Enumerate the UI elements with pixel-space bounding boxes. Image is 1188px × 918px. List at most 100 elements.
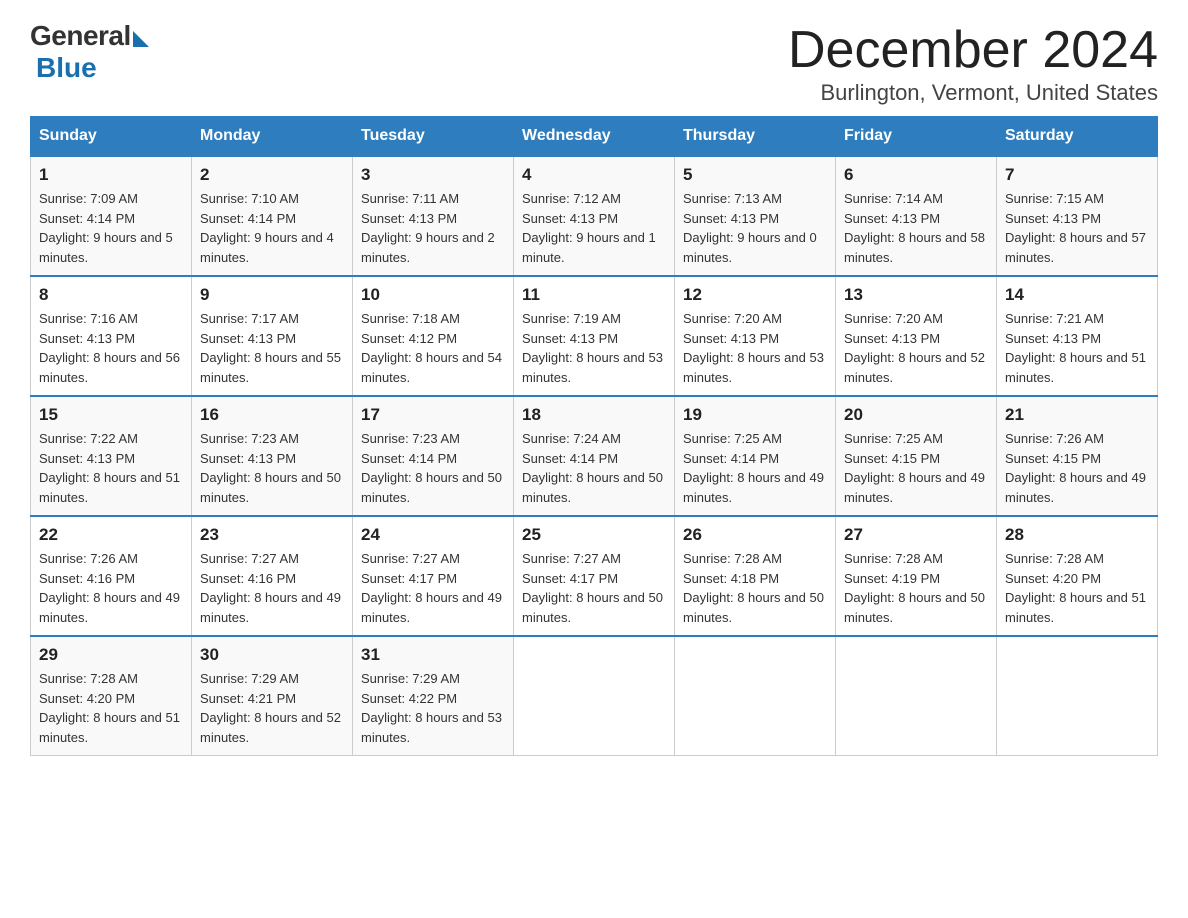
- day-of-week-sunday: Sunday: [31, 117, 192, 157]
- page-title: December 2024: [788, 20, 1158, 80]
- logo-blue-text: Blue: [36, 52, 97, 83]
- day-cell-10: 10 Sunrise: 7:18 AMSunset: 4:12 PMDayligh…: [353, 276, 514, 396]
- day-info: Sunrise: 7:18 AMSunset: 4:12 PMDaylight:…: [361, 309, 505, 387]
- day-info: Sunrise: 7:27 AMSunset: 4:17 PMDaylight:…: [361, 549, 505, 627]
- day-cell-1: 1 Sunrise: 7:09 AMSunset: 4:14 PMDaylight…: [31, 156, 192, 276]
- day-cell-4: 4 Sunrise: 7:12 AMSunset: 4:13 PMDaylight…: [514, 156, 675, 276]
- day-number: 17: [361, 405, 505, 425]
- calendar-week-row: 15Sunrise: 7:22 AMSunset: 4:13 PMDayligh…: [31, 396, 1158, 516]
- day-number: 2: [200, 165, 344, 185]
- calendar-week-row: 1 Sunrise: 7:09 AMSunset: 4:14 PMDaylight…: [31, 156, 1158, 276]
- day-info: Sunrise: 7:09 AMSunset: 4:14 PMDaylight:…: [39, 189, 183, 267]
- day-info: Sunrise: 7:17 AMSunset: 4:13 PMDaylight:…: [200, 309, 344, 387]
- day-cell-2: 2 Sunrise: 7:10 AMSunset: 4:14 PMDaylight…: [192, 156, 353, 276]
- day-info: Sunrise: 7:20 AMSunset: 4:13 PMDaylight:…: [844, 309, 988, 387]
- day-number: 24: [361, 525, 505, 545]
- empty-day-cell: [836, 636, 997, 756]
- day-cell-21: 21 Sunrise: 7:26 AMSunset: 4:15 PMDayligh…: [997, 396, 1158, 516]
- logo: General Blue: [30, 20, 149, 84]
- page-subtitle: Burlington, Vermont, United States: [788, 80, 1158, 106]
- day-info: Sunrise: 7:27 AMSunset: 4:16 PMDaylight:…: [200, 549, 344, 627]
- day-number: 31: [361, 645, 505, 665]
- day-info: Sunrise: 7:24 AMSunset: 4:14 PMDaylight:…: [522, 429, 666, 507]
- day-cell-12: 12Sunrise: 7:20 AMSunset: 4:13 PMDayligh…: [675, 276, 836, 396]
- day-number: 14: [1005, 285, 1149, 305]
- day-of-week-tuesday: Tuesday: [353, 117, 514, 157]
- day-cell-13: 13Sunrise: 7:20 AMSunset: 4:13 PMDayligh…: [836, 276, 997, 396]
- day-info: Sunrise: 7:26 AMSunset: 4:16 PMDaylight:…: [39, 549, 183, 627]
- day-cell-27: 27 Sunrise: 7:28 AMSunset: 4:19 PMDayligh…: [836, 516, 997, 636]
- day-info: Sunrise: 7:13 AMSunset: 4:13 PMDaylight:…: [683, 189, 827, 267]
- day-info: Sunrise: 7:22 AMSunset: 4:13 PMDaylight:…: [39, 429, 183, 507]
- day-cell-22: 22 Sunrise: 7:26 AMSunset: 4:16 PMDayligh…: [31, 516, 192, 636]
- day-number: 28: [1005, 525, 1149, 545]
- day-cell-11: 11 Sunrise: 7:19 AMSunset: 4:13 PMDayligh…: [514, 276, 675, 396]
- day-of-week-wednesday: Wednesday: [514, 117, 675, 157]
- day-number: 11: [522, 285, 666, 305]
- day-cell-16: 16Sunrise: 7:23 AMSunset: 4:13 PMDayligh…: [192, 396, 353, 516]
- day-of-week-thursday: Thursday: [675, 117, 836, 157]
- day-info: Sunrise: 7:29 AMSunset: 4:22 PMDaylight:…: [361, 669, 505, 747]
- day-cell-5: 5 Sunrise: 7:13 AMSunset: 4:13 PMDaylight…: [675, 156, 836, 276]
- day-info: Sunrise: 7:14 AMSunset: 4:13 PMDaylight:…: [844, 189, 988, 267]
- calendar-header-row: SundayMondayTuesdayWednesdayThursdayFrid…: [31, 117, 1158, 157]
- day-cell-31: 31 Sunrise: 7:29 AMSunset: 4:22 PMDayligh…: [353, 636, 514, 756]
- day-cell-28: 28Sunrise: 7:28 AMSunset: 4:20 PMDayligh…: [997, 516, 1158, 636]
- day-number: 20: [844, 405, 988, 425]
- day-info: Sunrise: 7:23 AMSunset: 4:13 PMDaylight:…: [200, 429, 344, 507]
- day-of-week-saturday: Saturday: [997, 117, 1158, 157]
- day-info: Sunrise: 7:28 AMSunset: 4:20 PMDaylight:…: [39, 669, 183, 747]
- day-number: 25: [522, 525, 666, 545]
- day-info: Sunrise: 7:10 AMSunset: 4:14 PMDaylight:…: [200, 189, 344, 267]
- day-cell-7: 7Sunrise: 7:15 AMSunset: 4:13 PMDaylight…: [997, 156, 1158, 276]
- day-cell-30: 30 Sunrise: 7:29 AMSunset: 4:21 PMDayligh…: [192, 636, 353, 756]
- day-info: Sunrise: 7:16 AMSunset: 4:13 PMDaylight:…: [39, 309, 183, 387]
- day-info: Sunrise: 7:29 AMSunset: 4:21 PMDaylight:…: [200, 669, 344, 747]
- day-cell-6: 6Sunrise: 7:14 AMSunset: 4:13 PMDaylight…: [836, 156, 997, 276]
- day-info: Sunrise: 7:28 AMSunset: 4:19 PMDaylight:…: [844, 549, 988, 627]
- day-cell-17: 17Sunrise: 7:23 AMSunset: 4:14 PMDayligh…: [353, 396, 514, 516]
- calendar-week-row: 8 Sunrise: 7:16 AMSunset: 4:13 PMDaylight…: [31, 276, 1158, 396]
- day-cell-14: 14 Sunrise: 7:21 AMSunset: 4:13 PMDayligh…: [997, 276, 1158, 396]
- day-info: Sunrise: 7:21 AMSunset: 4:13 PMDaylight:…: [1005, 309, 1149, 387]
- day-cell-20: 20Sunrise: 7:25 AMSunset: 4:15 PMDayligh…: [836, 396, 997, 516]
- day-number: 12: [683, 285, 827, 305]
- day-info: Sunrise: 7:19 AMSunset: 4:13 PMDaylight:…: [522, 309, 666, 387]
- day-cell-15: 15Sunrise: 7:22 AMSunset: 4:13 PMDayligh…: [31, 396, 192, 516]
- day-info: Sunrise: 7:25 AMSunset: 4:14 PMDaylight:…: [683, 429, 827, 507]
- logo-general-text: General: [30, 20, 131, 52]
- day-number: 8: [39, 285, 183, 305]
- day-cell-18: 18 Sunrise: 7:24 AMSunset: 4:14 PMDayligh…: [514, 396, 675, 516]
- day-number: 10: [361, 285, 505, 305]
- day-cell-8: 8 Sunrise: 7:16 AMSunset: 4:13 PMDaylight…: [31, 276, 192, 396]
- day-cell-19: 19Sunrise: 7:25 AMSunset: 4:14 PMDayligh…: [675, 396, 836, 516]
- day-number: 23: [200, 525, 344, 545]
- day-info: Sunrise: 7:27 AMSunset: 4:17 PMDaylight:…: [522, 549, 666, 627]
- day-number: 1: [39, 165, 183, 185]
- day-info: Sunrise: 7:26 AMSunset: 4:15 PMDaylight:…: [1005, 429, 1149, 507]
- day-number: 30: [200, 645, 344, 665]
- day-cell-3: 3Sunrise: 7:11 AMSunset: 4:13 PMDaylight…: [353, 156, 514, 276]
- day-number: 18: [522, 405, 666, 425]
- calendar-week-row: 29Sunrise: 7:28 AMSunset: 4:20 PMDayligh…: [31, 636, 1158, 756]
- day-number: 4: [522, 165, 666, 185]
- day-cell-26: 26 Sunrise: 7:28 AMSunset: 4:18 PMDayligh…: [675, 516, 836, 636]
- calendar-week-row: 22 Sunrise: 7:26 AMSunset: 4:16 PMDayligh…: [31, 516, 1158, 636]
- day-number: 9: [200, 285, 344, 305]
- day-cell-23: 23 Sunrise: 7:27 AMSunset: 4:16 PMDayligh…: [192, 516, 353, 636]
- day-number: 27: [844, 525, 988, 545]
- page-header: General Blue December 2024 Burlington, V…: [30, 20, 1158, 106]
- day-info: Sunrise: 7:28 AMSunset: 4:18 PMDaylight:…: [683, 549, 827, 627]
- day-number: 5: [683, 165, 827, 185]
- day-number: 22: [39, 525, 183, 545]
- day-number: 26: [683, 525, 827, 545]
- day-cell-25: 25 Sunrise: 7:27 AMSunset: 4:17 PMDayligh…: [514, 516, 675, 636]
- day-cell-9: 9 Sunrise: 7:17 AMSunset: 4:13 PMDaylight…: [192, 276, 353, 396]
- day-of-week-monday: Monday: [192, 117, 353, 157]
- empty-day-cell: [514, 636, 675, 756]
- day-info: Sunrise: 7:12 AMSunset: 4:13 PMDaylight:…: [522, 189, 666, 267]
- day-info: Sunrise: 7:15 AMSunset: 4:13 PMDaylight:…: [1005, 189, 1149, 267]
- title-block: December 2024 Burlington, Vermont, Unite…: [788, 20, 1158, 106]
- empty-day-cell: [675, 636, 836, 756]
- day-number: 21: [1005, 405, 1149, 425]
